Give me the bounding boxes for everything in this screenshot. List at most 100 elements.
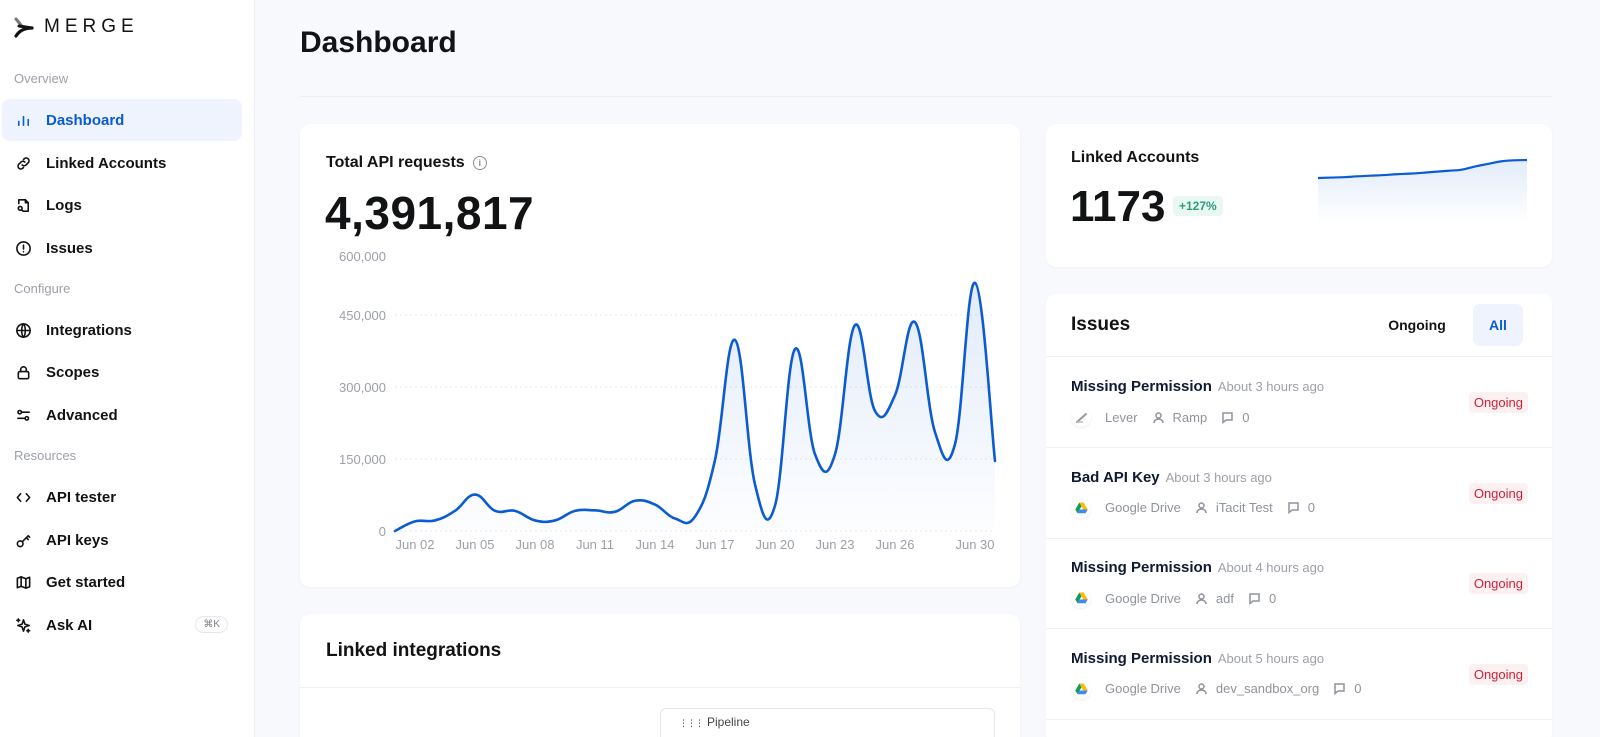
chart-area: [395, 282, 995, 531]
sidebar: MERGE Overview Dashboard Linked Accounts…: [0, 0, 255, 737]
issue-title[interactable]: Bad API Key About 3 hours ago: [1071, 469, 1272, 486]
brand-name: MERGE: [44, 16, 139, 37]
issue-name: Missing Permission: [1071, 649, 1212, 667]
data-point[interactable]: [529, 514, 541, 526]
linked-account-name: dev_sandbox_org: [1215, 681, 1320, 696]
data-point[interactable]: [929, 426, 941, 438]
api-requests-chart[interactable]: 0 150,000 300,000 450,000 600,000 Jun 02 Jun …: [300, 124, 1020, 587]
sidebar-item-integrations[interactable]: Integrations: [2, 309, 242, 351]
sidebar-item-api-keys[interactable]: API keys: [2, 519, 242, 561]
comment-count: 0: [1242, 409, 1250, 425]
section-label-overview: Overview: [14, 71, 69, 86]
data-point[interactable]: [509, 505, 521, 517]
data-point[interactable]: [749, 478, 761, 490]
sidebar-item-issues[interactable]: Issues: [2, 227, 242, 269]
issue-row[interactable]: Missing Permission About 5 hours ago Goog…: [1046, 629, 1552, 720]
sidebar-item-api-tester[interactable]: API tester: [2, 476, 242, 518]
data-point[interactable]: [709, 454, 721, 466]
data-point[interactable]: [489, 505, 501, 517]
data-point[interactable]: [429, 514, 441, 526]
map-icon: [14, 573, 32, 591]
integration-filter-select[interactable]: ⋮⋮⋮ Pipeline: [660, 708, 995, 737]
sidebar-item-logs[interactable]: Logs: [2, 184, 242, 226]
data-point[interactable]: [769, 500, 781, 512]
sidebar-item-ask-ai[interactable]: Ask AI ⌘K: [2, 604, 242, 646]
sidebar-item-linked-accounts[interactable]: Linked Accounts: [2, 142, 242, 184]
linked-accounts-card[interactable]: Linked Accounts 1173 +127%: [1046, 124, 1552, 267]
merge-logo[interactable]: MERGE: [14, 16, 139, 38]
issue-title[interactable]: Missing Permission About 4 hours ago: [1071, 559, 1324, 576]
data-point[interactable]: [729, 334, 741, 346]
data-point[interactable]: [589, 504, 601, 516]
sparkline-area: [1318, 160, 1527, 224]
user-icon: [1195, 501, 1208, 514]
data-point[interactable]: [649, 499, 661, 511]
data-point[interactable]: [449, 505, 461, 517]
alert-circle-icon: [14, 239, 32, 257]
data-point[interactable]: [609, 506, 621, 518]
issue-meta: Google Drive iTacit Test 0: [1071, 497, 1315, 518]
data-point[interactable]: [829, 448, 841, 460]
data-point[interactable]: [849, 319, 861, 331]
user-icon: [1195, 682, 1208, 695]
sidebar-item-label: API tester: [46, 488, 117, 506]
data-point[interactable]: [809, 448, 821, 460]
issue-name: Missing Permission: [1071, 378, 1212, 395]
x-tick-label: Jun 02: [395, 537, 434, 552]
sidebar-item-dashboard[interactable]: Dashboard: [2, 99, 242, 141]
sidebar-item-label: Integrations: [46, 321, 132, 339]
tab-ongoing[interactable]: Ongoing: [1376, 304, 1458, 346]
data-point[interactable]: [629, 495, 641, 507]
sidebar-item-advanced[interactable]: Advanced: [2, 394, 242, 436]
google-drive-logo-icon: [1071, 497, 1091, 518]
user-icon: [1195, 592, 1208, 605]
google-drive-logo-icon: [1071, 678, 1091, 699]
integration-name: Google Drive: [1105, 500, 1181, 515]
data-point[interactable]: [389, 525, 401, 537]
api-requests-card: Total API requests i 4,391,817 0 150,000 3…: [300, 124, 1020, 587]
data-point[interactable]: [689, 511, 701, 523]
issue-time: About 4 hours ago: [1217, 560, 1325, 575]
sidebar-item-scopes[interactable]: Scopes: [2, 351, 242, 393]
sidebar-item-get-started[interactable]: Get started: [2, 561, 242, 603]
select-value: Pipeline: [707, 715, 750, 729]
status-badge: Ongoing: [1468, 573, 1528, 594]
issue-row[interactable]: Missing Permission About 4 hours ago Goog…: [1046, 538, 1552, 629]
data-point[interactable]: [569, 505, 581, 517]
tab-all[interactable]: All: [1473, 304, 1523, 346]
data-point[interactable]: [909, 316, 921, 328]
status-badge: Ongoing: [1468, 663, 1528, 685]
issue-title[interactable]: Missing Permission About 3 hours ago: [1071, 378, 1324, 395]
integration-name: Lever: [1105, 409, 1138, 425]
data-point[interactable]: [789, 343, 801, 355]
data-point[interactable]: [969, 277, 981, 289]
integration-name: Google Drive: [1105, 590, 1181, 606]
comment-icon: [1287, 501, 1300, 515]
sidebar-item-label: Issues: [46, 239, 93, 257]
data-point[interactable]: [669, 513, 681, 525]
data-point[interactable]: [469, 489, 481, 501]
linked-account-name: iTacit Test: [1215, 500, 1273, 515]
data-point[interactable]: [949, 438, 961, 450]
comment-count: 0: [1307, 500, 1315, 515]
x-tick-label: Jun 05: [455, 537, 494, 552]
comment-icon: [1248, 592, 1261, 605]
comment-count: 0: [1354, 681, 1362, 696]
issue-row[interactable]: Missing Permission About 3 hours ago Leve…: [1046, 357, 1552, 448]
data-point[interactable]: [409, 515, 421, 527]
integration-name: Google Drive: [1105, 681, 1181, 696]
issue-time: About 3 hours ago: [1217, 379, 1325, 394]
issue-row[interactable]: Bad API Key About 3 hours ago Google Driv…: [1046, 448, 1552, 539]
sidebar-item-label: Ask AI: [46, 616, 93, 634]
divider: [300, 96, 1552, 97]
data-point[interactable]: [889, 389, 901, 401]
status-badge: Ongoing: [1468, 482, 1528, 504]
data-point[interactable]: [869, 405, 881, 417]
sidebar-item-label: Scopes: [46, 363, 100, 381]
x-tick-label: Jun 30: [955, 537, 994, 552]
issue-title[interactable]: Missing Permission About 5 hours ago: [1071, 650, 1324, 667]
data-point[interactable]: [989, 455, 1001, 467]
data-point[interactable]: [549, 514, 561, 526]
keyboard-shortcut: ⌘K: [195, 616, 228, 633]
key-icon: [14, 531, 32, 549]
